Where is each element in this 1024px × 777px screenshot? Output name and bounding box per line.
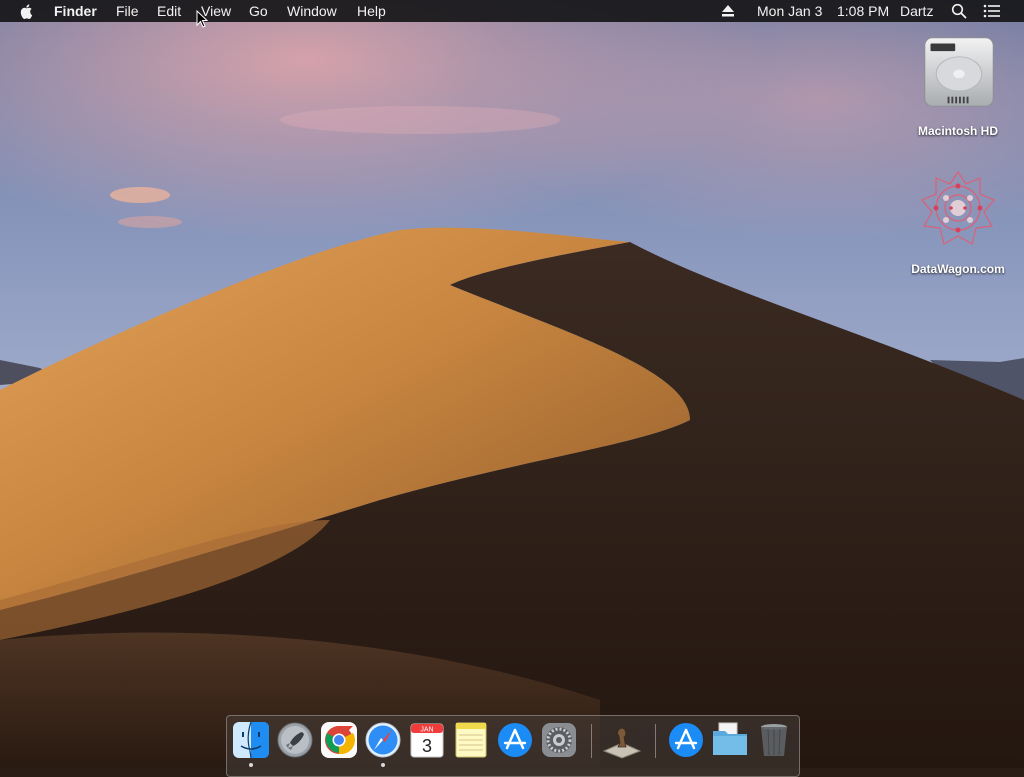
menu-date[interactable]: Mon Jan 3 xyxy=(757,0,822,22)
apple-icon[interactable] xyxy=(19,3,35,19)
desktop-wallpaper xyxy=(0,0,1024,768)
hard-drive-icon xyxy=(924,37,994,107)
system-preferences-icon[interactable] xyxy=(540,721,578,759)
downloads-folder-icon[interactable] xyxy=(711,721,749,759)
dock-running-indicator-safari xyxy=(381,763,385,767)
chrome-icon[interactable] xyxy=(320,721,358,759)
menu-file[interactable]: File xyxy=(116,0,139,22)
menu-window[interactable]: Window xyxy=(287,0,337,22)
menu-bar: Finder File Edit View Go Window Help Mon… xyxy=(0,0,1024,22)
menu-edit[interactable]: Edit xyxy=(157,0,181,22)
mouse-cursor xyxy=(196,10,208,28)
calendar-icon[interactable]: JAN 3 xyxy=(408,721,446,759)
finder-icon[interactable] xyxy=(232,721,270,759)
calendar-day: 3 xyxy=(422,736,432,756)
eject-icon[interactable] xyxy=(721,5,735,17)
calendar-month: JAN xyxy=(420,727,433,734)
applications-folder-icon[interactable] xyxy=(667,721,705,759)
desktop-label-datawagon: DataWagon.com xyxy=(911,262,1005,276)
menu-time[interactable]: 1:08 PM xyxy=(837,0,889,22)
desktop-icon-datawagon[interactable]: DataWagon.com xyxy=(903,166,1013,282)
desktop-icon-macintosh-hd[interactable]: Macintosh HD xyxy=(903,30,1013,144)
menu-go[interactable]: Go xyxy=(249,0,268,22)
chess-icon[interactable] xyxy=(603,721,641,759)
trash-icon[interactable] xyxy=(755,721,793,759)
menu-help[interactable]: Help xyxy=(357,0,386,22)
dock-separator xyxy=(591,724,592,758)
safari-icon[interactable] xyxy=(364,721,402,759)
menu-user[interactable]: Dartz xyxy=(900,0,933,22)
dock-running-indicator-finder xyxy=(249,763,253,767)
menu-finder[interactable]: Finder xyxy=(54,0,97,22)
spotlight-icon[interactable] xyxy=(951,3,967,19)
dock-separator xyxy=(655,724,656,758)
app-store-icon[interactable] xyxy=(496,721,534,759)
launchpad-icon[interactable] xyxy=(276,721,314,759)
datawagon-logo-icon xyxy=(921,170,995,245)
desktop-label-macintosh-hd: Macintosh HD xyxy=(917,124,998,138)
notification-center-icon[interactable] xyxy=(983,4,1001,18)
notes-icon[interactable] xyxy=(452,721,490,759)
